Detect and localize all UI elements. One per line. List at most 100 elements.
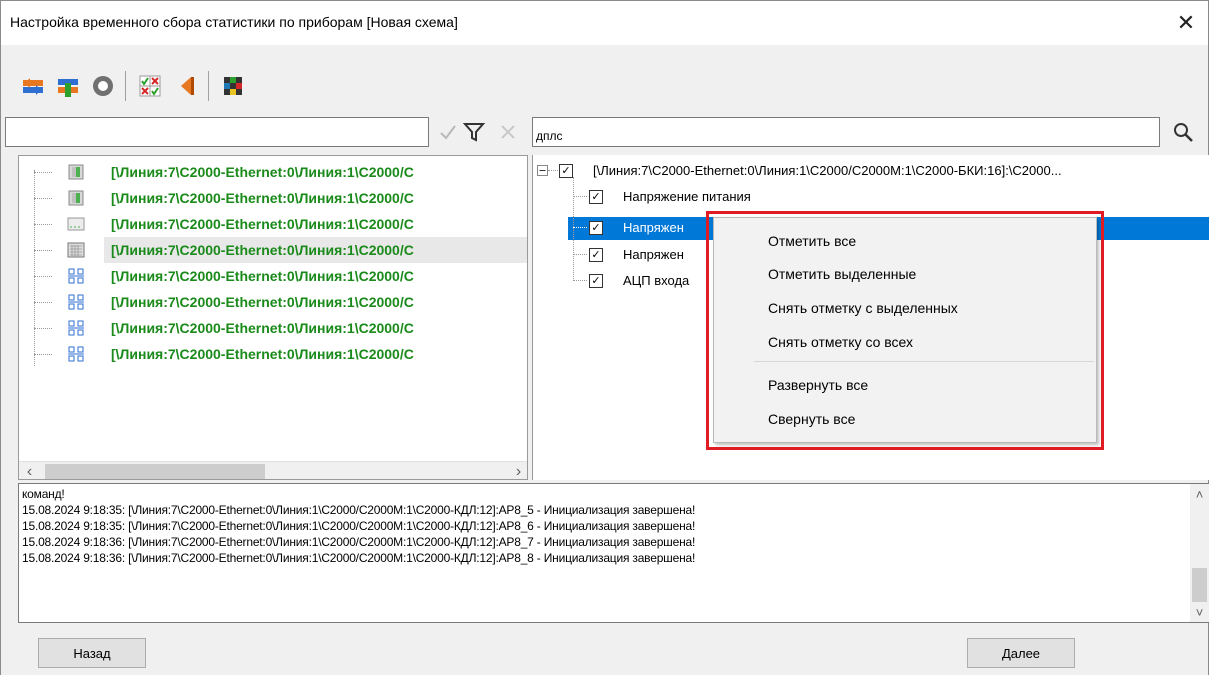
next-button[interactable]: Далее xyxy=(967,638,1075,668)
tree-item[interactable]: [\Линия:7\C2000-Ethernet:0\Линия:1\C2000… xyxy=(19,159,527,185)
filter-funnel-icon xyxy=(463,123,485,142)
tree-item[interactable]: [\Линия:7\C2000-Ethernet:0\Линия:1\C2000… xyxy=(19,315,527,341)
toolbar xyxy=(1,63,1208,113)
arrow-left-orange-icon xyxy=(181,77,194,95)
close-icon: ✕ xyxy=(1176,10,1196,36)
network-icon xyxy=(68,320,84,336)
network-icon xyxy=(68,294,84,310)
tree-item-label: [\Линия:7\C2000-Ethernet:0\Линия:1\C2000… xyxy=(111,164,414,180)
checkbox[interactable]: ✓ xyxy=(589,190,603,204)
tree-connector xyxy=(34,276,52,277)
apply-filter-button[interactable] xyxy=(435,119,461,145)
tree-connector xyxy=(34,198,52,199)
log-line: 15.08.2024 9:18:35: [\Линия:7\C2000-Ethe… xyxy=(22,519,696,533)
horizontal-scrollbar[interactable]: ‹ › xyxy=(19,461,527,480)
apply-check-icon xyxy=(440,125,456,140)
refresh-green-button[interactable] xyxy=(53,71,83,101)
panel-icon xyxy=(67,217,85,231)
back-arrow-button[interactable] xyxy=(171,71,201,101)
network-icon xyxy=(68,268,84,284)
tree-item-label: [\Линия:7\C2000-Ethernet:0\Линия:1\C2000… xyxy=(111,294,414,310)
button-bar: Назад Далее xyxy=(1,623,1208,675)
device-tree[interactable]: [\Линия:7\C2000-Ethernet:0\Линия:1\C2000… xyxy=(18,155,528,480)
tree-item[interactable]: [\Линия:7\C2000-Ethernet:0\Линия:1\C2000… xyxy=(19,211,527,237)
search-button[interactable] xyxy=(1163,117,1203,147)
event-log[interactable]: команд! 15.08.2024 9:18:35: [\Линия:7\C2… xyxy=(18,483,1209,623)
scroll-up-icon[interactable]: ˄ xyxy=(1190,486,1209,502)
device-icon xyxy=(68,190,84,206)
log-line: команд! xyxy=(22,487,65,501)
tree-item[interactable]: [\Линия:7\C2000-Ethernet:0\Линия:1\C2000… xyxy=(19,237,527,263)
color-scheme-button[interactable] xyxy=(218,71,248,101)
toolbar-separator xyxy=(125,71,126,101)
tree-item[interactable]: [\Линия:7\C2000-Ethernet:0\Линия:1\C2000… xyxy=(19,185,527,211)
tree-connector xyxy=(34,172,52,173)
log-line: 15.08.2024 9:18:36: [\Линия:7\C2000-Ethe… xyxy=(22,551,696,565)
log-line: 15.08.2024 9:18:36: [\Линия:7\C2000-Ethe… xyxy=(22,535,696,549)
scrollbar-thumb[interactable] xyxy=(1192,568,1207,602)
tree-child-label: Напряжение питания xyxy=(623,189,751,204)
device-icon xyxy=(68,164,84,180)
tree-item-label: [\Линия:7\C2000-Ethernet:0\Линия:1\C2000… xyxy=(111,268,414,284)
clear-filter-button[interactable] xyxy=(495,119,521,145)
collapse-icon[interactable] xyxy=(537,165,548,176)
tree-item[interactable]: [\Линия:7\C2000-Ethernet:0\Линия:1\C2000… xyxy=(19,263,527,289)
tree-item-label: [\Линия:7\C2000-Ethernet:0\Линия:1\C2000… xyxy=(111,190,414,206)
checkbox[interactable]: ✓ xyxy=(559,164,573,178)
window-title: Настройка временного сбора статистики по… xyxy=(10,14,458,30)
network-icon xyxy=(68,346,84,362)
tree-item-label: [\Линия:7\C2000-Ethernet:0\Линия:1\C2000… xyxy=(111,320,414,336)
check-icon: ✓ xyxy=(591,248,601,261)
toolbar-separator xyxy=(208,71,209,101)
tree-item-label: [\Линия:7\C2000-Ethernet:0\Линия:1\C2000… xyxy=(111,216,414,232)
check-icon: ✓ xyxy=(561,164,571,177)
scrollbar-thumb[interactable] xyxy=(45,464,265,479)
checkbox[interactable]: ✓ xyxy=(589,274,603,288)
tree-item[interactable]: [\Линия:7\C2000-Ethernet:0\Линия:1\C2000… xyxy=(19,341,527,367)
clear-filter-icon xyxy=(501,125,515,139)
tree-child-label: Напряжен xyxy=(623,247,684,262)
tree-connector xyxy=(548,170,558,171)
close-button[interactable]: ✕ xyxy=(1164,1,1208,45)
title-bar: Настройка временного сбора статистики по… xyxy=(1,1,1208,45)
tree-connector xyxy=(573,227,587,228)
tree-item-label: [\Линия:7\C2000-Ethernet:0\Линия:1\C2000… xyxy=(111,346,414,362)
tree-connector xyxy=(34,354,52,355)
tree-item[interactable]: [\Линия:7\C2000-Ethernet:0\Линия:1\C2000… xyxy=(19,289,527,315)
statistics-settings-window: Настройка временного сбора статистики по… xyxy=(0,0,1209,675)
vertical-scrollbar[interactable]: ˄ ˅ xyxy=(1190,484,1209,622)
checkbox[interactable]: ✓ xyxy=(589,221,603,235)
highlight-frame xyxy=(706,211,1104,450)
refresh-orange-icon xyxy=(23,78,43,95)
back-button[interactable]: Назад xyxy=(38,638,146,668)
scroll-right-icon[interactable]: › xyxy=(510,462,527,480)
next-button-label: Далее xyxy=(1001,645,1041,661)
check-icon: ✓ xyxy=(591,190,601,203)
tree-child-label: АЦП входа xyxy=(623,273,690,288)
tree-child-item[interactable]: ✓ Напряжение питания xyxy=(573,185,1203,209)
stop-button[interactable] xyxy=(88,71,118,101)
refresh-orange-button[interactable] xyxy=(18,71,48,101)
scroll-down-icon[interactable]: ˅ xyxy=(1190,604,1209,620)
scroll-left-icon[interactable]: ‹ xyxy=(21,462,38,480)
tree-child-label: Напряжен xyxy=(623,220,684,235)
checklist-icon xyxy=(139,75,161,97)
search-input[interactable] xyxy=(532,117,1160,147)
keypad-icon xyxy=(67,242,85,258)
tree-connector xyxy=(573,196,587,197)
tree-root-label: [\Линия:7\C2000-Ethernet:0\Линия:1\C2000… xyxy=(593,163,1062,178)
tree-item-label: [\Линия:7\C2000-Ethernet:0\Линия:1\C2000… xyxy=(111,242,414,258)
back-button-label: Назад xyxy=(73,645,111,661)
check-icon: ✓ xyxy=(591,274,601,287)
filter-button[interactable] xyxy=(461,119,487,145)
tree-connector xyxy=(34,250,52,251)
checkbox[interactable]: ✓ xyxy=(589,248,603,262)
palette-grid-icon xyxy=(224,77,242,95)
tree-connector xyxy=(34,224,52,225)
tree-root-item[interactable]: ✓ [\Линия:7\C2000-Ethernet:0\Линия:1\C20… xyxy=(537,159,1207,183)
checklist-button[interactable] xyxy=(135,71,165,101)
filter-input[interactable] xyxy=(5,117,429,147)
check-icon: ✓ xyxy=(591,221,601,234)
tree-connector xyxy=(573,280,587,281)
tree-connector xyxy=(34,302,52,303)
